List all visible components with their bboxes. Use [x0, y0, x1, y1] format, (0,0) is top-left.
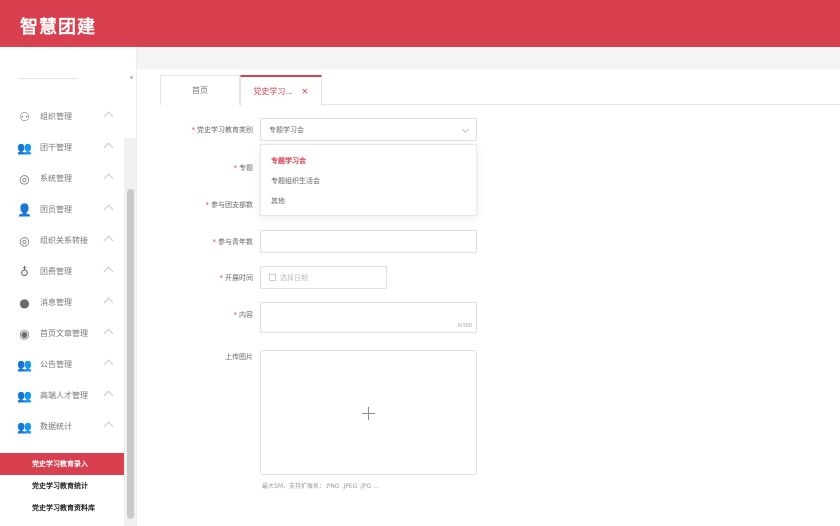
app-title: 智慧团建: [20, 17, 96, 38]
sidebar-subitem-entry[interactable]: 党史学习教育录入: [0, 453, 124, 475]
sidebar-menu: ⚇ 组织管理 👥 团干管理 ◎ 系统管理 👤 团员管理 ◎ 组织关系转接 ♁ 团费管理 ● 消息管理 ◉ 首页…: [0, 101, 124, 473]
plus-icon-vertical: [368, 407, 369, 420]
tab-label: 党史学习...: [253, 87, 294, 96]
type-select[interactable]: 专题学习会: [260, 118, 477, 141]
sidebar-item-10[interactable]: 👥 数据统计: [0, 411, 124, 442]
tab-home[interactable]: 首页: [160, 75, 240, 105]
chevron-up-icon: [103, 359, 114, 370]
sidebar-item-4[interactable]: ◎ 组织关系转接: [0, 225, 124, 256]
sidebar-item-1[interactable]: 👥 团干管理: [0, 132, 124, 163]
sidebar-item-6[interactable]: ● 消息管理: [0, 287, 124, 318]
stats-icon: 👥: [17, 419, 32, 434]
chevron-up-icon: [103, 142, 114, 153]
youth-count-label: * 参与青年数: [212, 238, 254, 246]
sidebar: ⚇ 组织管理 👥 团干管理 ◎ 系统管理 👤 团员管理 ◎ 组织关系转接 ♁ 团费管理 ● 消息管理 ◉ 首页…: [0, 47, 137, 526]
toggle-dot-icon: [130, 76, 133, 79]
dropdown-option-meeting[interactable]: 专题组织生活会: [261, 171, 476, 191]
image-upload-area[interactable]: [260, 350, 477, 475]
sidebar-item-8[interactable]: 👥 公告管理: [0, 349, 124, 380]
chevron-up-icon: [103, 111, 114, 122]
divider: [18, 78, 78, 79]
transfer-icon: ◎: [19, 233, 30, 248]
system-icon: ◎: [19, 171, 30, 186]
sidebar-item-9[interactable]: 👥 高端人才管理: [0, 380, 124, 411]
sidebar-subitem-library[interactable]: 党史学习教育资料库: [0, 497, 124, 519]
league-count-label: * 参与团支部数: [205, 201, 254, 209]
sidebar-item-3[interactable]: 👤 团员管理: [0, 194, 124, 225]
sidebar-item-label: 消息管理: [40, 298, 72, 307]
calendar-icon: [269, 274, 276, 281]
sidebar-item-label: 组织管理: [40, 112, 72, 121]
youth-count-input[interactable]: [260, 230, 477, 253]
sidebar-item-label: 团干管理: [40, 143, 72, 152]
sidebar-item-5[interactable]: ♁ 团费管理: [0, 256, 124, 287]
fee-icon: ♁: [20, 264, 29, 279]
topic-label: * 专题: [233, 164, 254, 172]
cadre-icon: 👥: [17, 140, 32, 155]
news-icon: ●: [19, 295, 30, 310]
chevron-up-icon: [103, 173, 114, 184]
upload-hint: 最大5M，支持扩展名：.PNG .JPEG .JPG ...: [262, 483, 379, 490]
sidebar-item-label: 首页文章管理: [40, 329, 88, 338]
sidebar-item-label: 公告管理: [40, 360, 72, 369]
dropdown-option-study[interactable]: 专题学习会: [261, 151, 476, 171]
tab-history-entry[interactable]: 党史学习... ×: [240, 75, 322, 106]
date-label: * 开展时间: [219, 274, 254, 282]
date-picker[interactable]: 选择日期: [260, 266, 387, 289]
type-dropdown: 专题学习会 专题组织生活会 其他: [260, 144, 477, 216]
sidebar-item-label: 数据统计: [40, 422, 72, 431]
org-icon: ⚇: [19, 109, 30, 124]
chevron-up-icon: [103, 235, 114, 246]
content-label: * 内容: [233, 311, 254, 319]
dropdown-option-other[interactable]: 其他: [261, 191, 476, 211]
sidebar-item-label: 高端人才管理: [40, 391, 88, 400]
toolbar-band: [137, 47, 840, 69]
sidebar-item-7[interactable]: ◉ 首页文章管理: [0, 318, 124, 349]
member-icon: 👤: [17, 202, 32, 217]
chevron-up-icon: [103, 266, 114, 277]
sidebar-collapse-toggle[interactable]: [0, 72, 136, 84]
sidebar-submenu: 党史学习教育录入 党史学习教育统计 党史学习教育资料库: [0, 453, 124, 519]
sidebar-item-label: 团费管理: [40, 267, 72, 276]
close-icon[interactable]: ×: [301, 87, 309, 97]
chevron-up-icon: [103, 204, 114, 215]
talent-icon: 👥: [17, 388, 32, 403]
chevron-up-icon: [103, 421, 114, 432]
sidebar-item-2[interactable]: ◎ 系统管理: [0, 163, 124, 194]
type-label: * 党史学习教育类别: [191, 126, 254, 134]
chevron-up-icon: [103, 390, 114, 401]
scrollbar-thumb[interactable]: [127, 189, 134, 519]
sidebar-item-label: 团员管理: [40, 205, 72, 214]
chevron-up-icon: [103, 297, 114, 308]
sidebar-scrollbar[interactable]: [124, 138, 136, 526]
notice-icon: 👥: [17, 357, 32, 372]
tab-bar: 首页 党史学习... ×: [160, 75, 840, 106]
sidebar-subitem-stats[interactable]: 党史学习教育统计: [0, 475, 124, 497]
sidebar-item-label: 组织关系转接: [40, 236, 88, 245]
upload-label: 上传图片: [225, 353, 253, 361]
sidebar-item-label: 系统管理: [40, 174, 72, 183]
chevron-up-icon: [103, 328, 114, 339]
char-counter: 0/300: [457, 323, 472, 329]
chevron-down-icon: [461, 125, 470, 134]
top-header: 智慧团建: [0, 0, 840, 47]
sidebar-item-0[interactable]: ⚇ 组织管理: [0, 101, 124, 132]
content-textarea[interactable]: 0/300: [260, 302, 477, 333]
homepage-icon: ◉: [19, 326, 30, 341]
